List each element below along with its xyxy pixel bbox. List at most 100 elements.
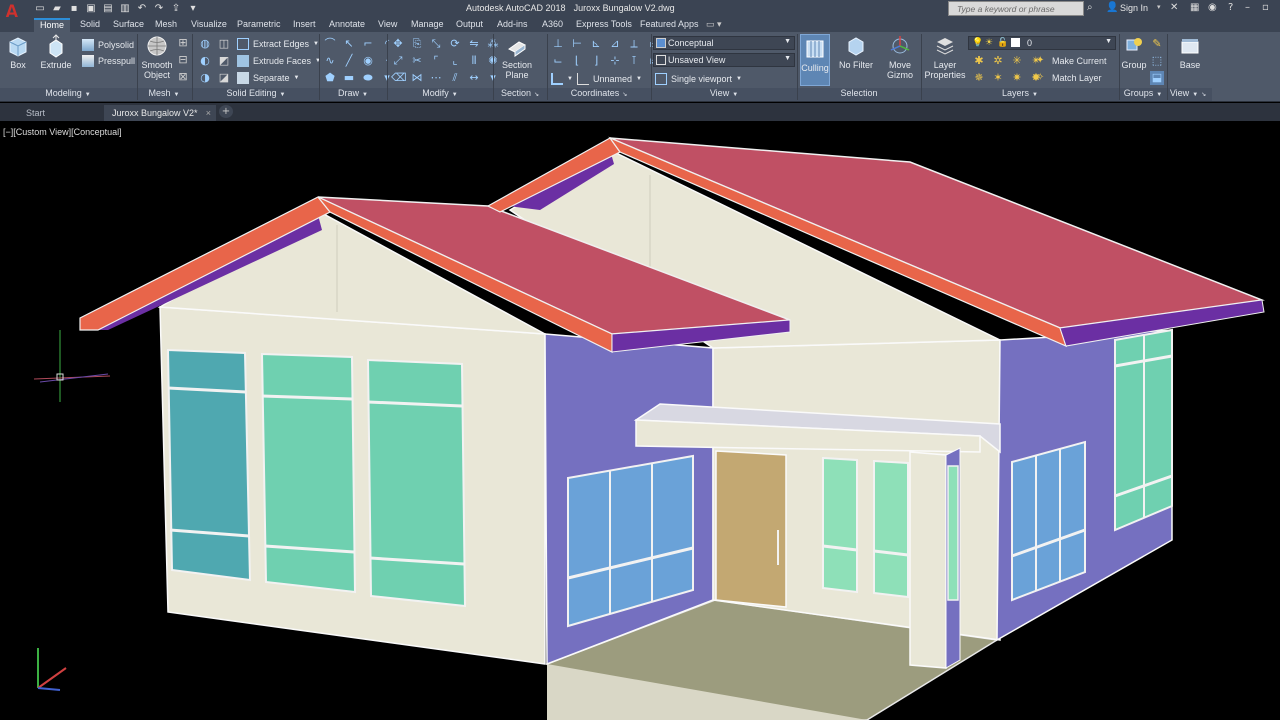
rectangle-icon[interactable]: ▬ bbox=[342, 71, 356, 85]
open-folder-icon[interactable]: ▰ bbox=[51, 3, 63, 14]
copy-icon[interactable]: ⎘ bbox=[410, 37, 424, 51]
view2-panel-label[interactable]: View ▼ ↘ bbox=[1168, 88, 1208, 101]
save-as-icon[interactable]: ▣ bbox=[85, 3, 97, 14]
account-icon[interactable]: ◉ bbox=[1208, 2, 1217, 13]
line-icon[interactable]: ↖ bbox=[342, 37, 356, 51]
ribbon-minimize-toggle-icon[interactable]: ▭ ▾ bbox=[706, 18, 722, 32]
mesh-refine-icon[interactable]: ⊞ bbox=[176, 36, 190, 50]
ucs-x-icon[interactable]: ⊾ bbox=[589, 37, 603, 51]
arc-icon[interactable]: ⌐ bbox=[361, 37, 375, 51]
circle-icon[interactable]: ◉ bbox=[361, 54, 375, 68]
intersect-icon[interactable]: ◑ bbox=[198, 71, 212, 85]
group-button[interactable]: Group bbox=[1120, 34, 1148, 70]
search-icon[interactable]: ⌕ bbox=[1087, 2, 1093, 13]
make-current-button[interactable]: ✦ Make Current bbox=[1036, 53, 1107, 68]
help-icon[interactable]: ? bbox=[1228, 2, 1233, 13]
separate-button[interactable]: Separate ▼ bbox=[237, 70, 299, 85]
lengthen-icon[interactable]: ↔ bbox=[467, 71, 481, 85]
layer-freeze-icon[interactable]: ✳ bbox=[1010, 54, 1024, 68]
layer-off-icon[interactable]: ✱ bbox=[972, 54, 986, 68]
layer-dropdown[interactable]: 💡 ☀ 🔓 0 ▼ bbox=[968, 36, 1116, 50]
ucs-face-icon[interactable]: ⌋ bbox=[589, 54, 603, 68]
join-icon[interactable]: ⋈ bbox=[410, 71, 424, 85]
mesh-panel-label[interactable]: Mesh ▼ bbox=[138, 88, 190, 101]
viewport-config-button[interactable]: Single viewport ▼ bbox=[655, 71, 742, 86]
ungroup-icon[interactable]: ✎ bbox=[1150, 37, 1164, 51]
trim-icon[interactable]: ✂ bbox=[410, 54, 424, 68]
groups-panel-label[interactable]: Groups ▼ bbox=[1120, 88, 1166, 101]
search-input[interactable]: Type a keyword or phrase bbox=[948, 1, 1084, 16]
autodesk-app-store-icon[interactable]: ▦ bbox=[1190, 2, 1199, 13]
ellipse-icon[interactable]: ⬬ bbox=[361, 71, 375, 85]
subtract-icon[interactable]: ◐ bbox=[198, 54, 212, 68]
base-view-button[interactable]: Base bbox=[1174, 34, 1206, 70]
tab-visualize[interactable]: Visualize bbox=[191, 18, 227, 32]
tab-manage[interactable]: Manage bbox=[411, 18, 444, 32]
polysolid-button[interactable]: Polysolid bbox=[82, 37, 134, 52]
match-layer-button[interactable]: ✧ Match Layer bbox=[1036, 70, 1102, 85]
tab-surface[interactable]: Surface bbox=[113, 18, 144, 32]
world-ucs-icon[interactable]: ⊢ bbox=[570, 37, 584, 51]
spline-icon[interactable]: ∿ bbox=[323, 54, 337, 68]
tab-home[interactable]: Home bbox=[34, 18, 70, 32]
save-icon[interactable]: ▪ bbox=[68, 3, 80, 14]
ucs-origin-icon[interactable]: ⊹ bbox=[608, 54, 622, 68]
erase-icon[interactable]: ⌫ bbox=[391, 71, 407, 85]
visual-style-dropdown[interactable]: Conceptual ▼ bbox=[653, 36, 795, 50]
layer-on-icon[interactable]: ✵ bbox=[972, 71, 986, 85]
coordinates-panel-label[interactable]: Coordinates ↘ bbox=[548, 88, 650, 101]
ucs-z-icon[interactable]: ⟂ bbox=[627, 37, 641, 51]
new-tab-button[interactable]: + bbox=[219, 105, 233, 118]
ucs-view-icon[interactable]: ⌙ bbox=[551, 54, 565, 68]
tab-express-tools[interactable]: Express Tools bbox=[576, 18, 632, 32]
layer-isolate-icon[interactable]: ✲ bbox=[991, 54, 1005, 68]
ucs-y-icon[interactable]: ⊿ bbox=[608, 37, 622, 51]
maximize-icon[interactable]: ▫ bbox=[1262, 2, 1269, 13]
view-panel-label[interactable]: View ▼ bbox=[652, 88, 796, 101]
section-panel-label[interactable]: Section ↘ bbox=[494, 88, 546, 101]
scale-icon[interactable]: ⤢ bbox=[391, 54, 405, 68]
extrude-button[interactable]: Extrude bbox=[38, 34, 74, 70]
doc-tab-start[interactable]: Start bbox=[4, 105, 102, 121]
offset-icon[interactable]: ⫴ bbox=[467, 54, 481, 68]
tab-parametric[interactable]: Parametric bbox=[237, 18, 281, 32]
extrude-faces-button[interactable]: Extrude Faces ▼ bbox=[237, 53, 321, 68]
break-icon[interactable]: ⋯ bbox=[429, 71, 443, 85]
union-icon[interactable]: ◍ bbox=[198, 37, 212, 51]
modeling-panel-label[interactable]: Modeling ▼ bbox=[0, 88, 136, 101]
sign-in-link[interactable]: Sign In bbox=[1120, 3, 1148, 13]
layer-thaw-icon[interactable]: ✷ bbox=[1010, 71, 1024, 85]
tab-view[interactable]: View bbox=[378, 18, 397, 32]
fillet-icon[interactable]: ⌜ bbox=[429, 54, 443, 68]
polyline-icon[interactable]: ⌒ bbox=[323, 37, 337, 51]
ucs-icon[interactable]: ⊥ bbox=[551, 37, 565, 51]
tab-featured-apps[interactable]: Featured Apps bbox=[640, 18, 699, 32]
group-selection-toggle-icon[interactable]: ⬓ bbox=[1150, 71, 1164, 85]
undo-icon[interactable]: ↶ bbox=[136, 3, 148, 14]
stretch-icon[interactable]: ⤡ bbox=[429, 37, 443, 51]
tab-annotate[interactable]: Annotate bbox=[329, 18, 365, 32]
interfere-icon[interactable]: ◫ bbox=[217, 37, 231, 51]
thicken-icon[interactable]: ◪ bbox=[217, 71, 231, 85]
ucs-name-dropdown[interactable]: ▼ Unnamed ▼ bbox=[551, 71, 642, 86]
close-icon[interactable]: × bbox=[206, 108, 211, 118]
named-view-dropdown[interactable]: Unsaved View ▼ bbox=[653, 53, 795, 67]
box-button[interactable]: Box bbox=[4, 34, 32, 70]
slice-icon[interactable]: ◩ bbox=[217, 54, 231, 68]
chevron-down-icon[interactable]: ▾ bbox=[1157, 3, 1161, 11]
front-door[interactable] bbox=[715, 450, 787, 608]
draw-panel-label[interactable]: Draw ▼ bbox=[320, 88, 386, 101]
smooth-object-button[interactable]: Smooth Object bbox=[140, 34, 174, 80]
customize-dropdown-icon[interactable]: ▾ bbox=[187, 3, 199, 14]
ucs-zaxis-icon[interactable]: ⊺ bbox=[627, 54, 641, 68]
chamfer-icon[interactable]: ⌞ bbox=[448, 54, 462, 68]
layers-panel-label[interactable]: Layers ▼ bbox=[922, 88, 1118, 101]
culling-button[interactable]: Culling bbox=[800, 34, 830, 86]
tab-add-ins[interactable]: Add-ins bbox=[497, 18, 528, 32]
solid-editing-panel-label[interactable]: Solid Editing ▼ bbox=[194, 88, 318, 101]
house-model-scene[interactable] bbox=[0, 121, 1280, 720]
web-mobile-icon[interactable]: ▤ bbox=[102, 3, 114, 14]
print-icon[interactable]: ▥ bbox=[119, 3, 131, 14]
mirror-icon[interactable]: ⇋ bbox=[467, 37, 481, 51]
no-filter-button[interactable]: No Filter bbox=[836, 34, 876, 70]
